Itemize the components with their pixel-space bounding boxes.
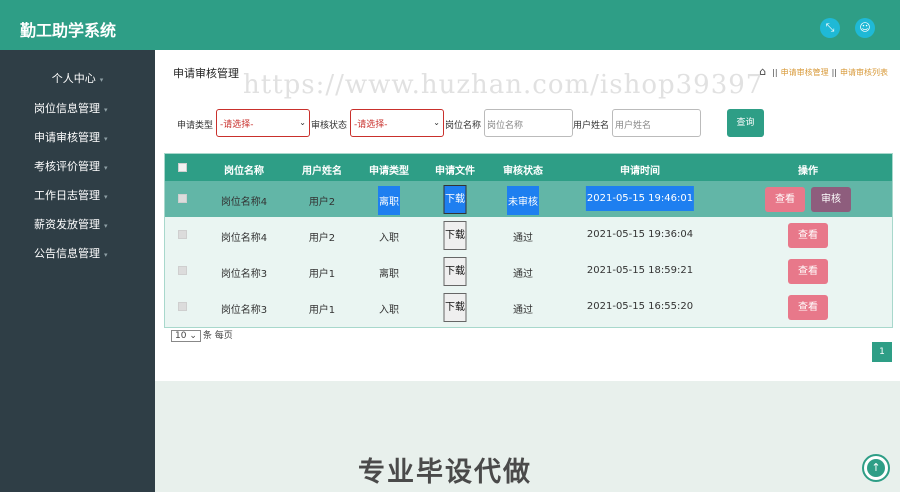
audit-status-cell: 未审核: [507, 186, 539, 215]
apply-type-value: -请选择-: [220, 120, 254, 130]
apply-type-cell: 离职: [378, 186, 400, 215]
page-size-value: 10: [175, 331, 187, 341]
page-size-select[interactable]: 10 ⌄: [171, 330, 201, 342]
apply-time-highlight: 2021-05-15 19:46:01: [585, 186, 695, 211]
sidebar-item-label: 工作日志管理: [34, 189, 100, 202]
user-name-cell: 用户2: [308, 197, 336, 208]
select-all-checkbox[interactable]: [178, 163, 187, 172]
page-size-control: 10 ⌄ 条 每页: [171, 328, 233, 342]
page-number-button[interactable]: 1: [872, 342, 892, 362]
chevron-down-icon: ▾: [104, 135, 108, 143]
job-name-cell: 岗位名称3: [220, 305, 268, 316]
chevron-down-icon: ▾: [104, 193, 108, 201]
table-row[interactable]: 岗位名称4 用户2 入职 下载 通过 2021-05-15 19:36:04 查…: [165, 217, 892, 253]
apply-time-cell: 2021-05-15 16:55:20: [586, 301, 694, 312]
breadcrumb-item[interactable]: 申请审核列表: [840, 68, 888, 77]
footer-slogan: 专业毕设代做: [358, 457, 532, 488]
chevron-down-icon: ▾: [99, 76, 104, 84]
page-size-suffix: 条 每页: [202, 331, 233, 341]
user-icon[interactable]: ☺: [855, 18, 875, 38]
view-button[interactable]: 查看: [788, 295, 828, 320]
application-table: 岗位名称 用户姓名 申请类型 申请文件 审核状态 申请时间 操作 岗位名称4 用…: [164, 153, 893, 328]
job-name-cell: 岗位名称4: [220, 233, 268, 244]
apply-type-cell: 离职: [379, 269, 399, 280]
download-button[interactable]: 下载: [443, 185, 467, 214]
view-button[interactable]: 查看: [788, 223, 828, 248]
query-button[interactable]: 查询: [727, 109, 764, 137]
chevron-down-icon: ▾: [104, 222, 108, 230]
table-row[interactable]: 岗位名称3 用户1 离职 下载 通过 2021-05-15 18:59:21 查…: [165, 253, 892, 289]
page-title: 申请审核管理: [173, 67, 239, 80]
app-title: 勤工助学系统: [20, 21, 117, 40]
user-name-label: 用户姓名: [573, 121, 610, 131]
chevron-down-icon: ▾: [104, 106, 108, 114]
table-row[interactable]: 岗位名称4 用户2 离职 下载 未审核 2021-05-15 19:46:01 …: [165, 181, 892, 217]
row-checkbox[interactable]: [178, 194, 187, 203]
row-checkbox[interactable]: [178, 230, 187, 239]
chevron-down-icon: ▾: [104, 251, 108, 259]
row-checkbox[interactable]: [178, 266, 187, 275]
column-header: 申请时间: [620, 166, 660, 177]
sidebar-item-label: 公告信息管理: [34, 247, 100, 260]
column-header: 岗位名称: [224, 166, 264, 177]
breadcrumb-item[interactable]: 申请审核管理: [781, 68, 829, 77]
sidebar-item-label: 申请审核管理: [34, 131, 100, 144]
column-header: 操作: [798, 166, 818, 177]
expand-icon[interactable]: ⤡: [820, 18, 840, 38]
sidebar-item-label: 岗位信息管理: [34, 102, 100, 115]
main-panel: 申请审核管理 ⌂ || 申请审核管理 || 申请审核列表 https://www.huz…: [155, 50, 900, 381]
chevron-down-icon: ⌄: [433, 118, 440, 127]
chevron-down-icon: ⌄: [299, 118, 306, 127]
job-name-cell: 岗位名称4: [220, 197, 268, 208]
audit-status-cell: 通过: [513, 233, 533, 244]
job-name-label: 岗位名称: [445, 121, 482, 131]
audit-status-label: 审核状态: [311, 121, 348, 131]
sidebar-item-label: 薪资发放管理: [34, 218, 100, 231]
apply-type-select[interactable]: -请选择- ⌄: [216, 109, 310, 137]
column-header: 申请类型: [369, 166, 409, 177]
apply-type-cell: 入职: [379, 305, 399, 316]
user-name-cell: 用户1: [308, 305, 336, 316]
sidebar-item-label: 考核评价管理: [34, 160, 100, 173]
breadcrumb: ⌂ || 申请审核管理 || 申请审核列表: [759, 65, 888, 78]
chevron-down-icon: ▾: [104, 164, 108, 172]
column-header: 申请文件: [435, 166, 475, 177]
user-name-input[interactable]: 用户姓名: [612, 109, 701, 137]
apply-time-cell: 2021-05-15 18:59:21: [586, 265, 694, 276]
apply-type-cell: 入职: [379, 233, 399, 244]
breadcrumb-separator: ||: [772, 68, 778, 77]
apply-type-label: 申请类型: [177, 121, 214, 131]
sidebar: 个人中心 ▾ 岗位信息管理 ▾ 申请审核管理 ▾ 考核评价管理 ▾ 工作日志管理 ▾ 薪资…: [0, 50, 155, 492]
download-button[interactable]: 下载: [443, 221, 467, 250]
column-header: 审核状态: [503, 166, 543, 177]
back-to-top-button[interactable]: ↑: [862, 454, 890, 482]
view-button[interactable]: 查看: [765, 187, 805, 212]
table-header: 岗位名称 用户姓名 申请类型 申请文件 审核状态 申请时间 操作: [165, 154, 892, 181]
top-bar: 勤工助学系统 ⤡ ☺: [0, 0, 900, 50]
audit-status-cell: 通过: [513, 305, 533, 316]
download-button[interactable]: 下载: [443, 257, 467, 286]
audit-status-value: -请选择-: [354, 120, 388, 130]
view-button[interactable]: 查看: [788, 259, 828, 284]
watermark: https://www.huzhan.com/ishop39397: [243, 70, 764, 100]
apply-time-cell: 2021-05-15 19:46:01: [585, 186, 695, 211]
breadcrumb-separator: ||: [831, 68, 837, 77]
user-name-cell: 用户1: [308, 269, 336, 280]
user-name-cell: 用户2: [308, 233, 336, 244]
job-name-cell: 岗位名称3: [220, 269, 268, 280]
sidebar-item-personal-center[interactable]: 个人中心 ▾: [0, 70, 155, 86]
column-header: 用户姓名: [302, 166, 342, 177]
table-row[interactable]: 岗位名称3 用户1 入职 下载 通过 2021-05-15 16:55:20 查…: [165, 289, 892, 325]
audit-status-cell: 通过: [513, 269, 533, 280]
sidebar-item-label: 个人中心: [51, 72, 96, 85]
job-name-input[interactable]: 岗位名称: [484, 109, 573, 137]
download-button[interactable]: 下载: [443, 293, 467, 322]
row-checkbox[interactable]: [178, 302, 187, 311]
arrow-up-icon: ↑: [867, 459, 885, 477]
audit-status-select[interactable]: -请选择- ⌄: [350, 109, 444, 137]
audit-button[interactable]: 审核: [811, 187, 851, 212]
apply-time-cell: 2021-05-15 19:36:04: [586, 229, 694, 240]
